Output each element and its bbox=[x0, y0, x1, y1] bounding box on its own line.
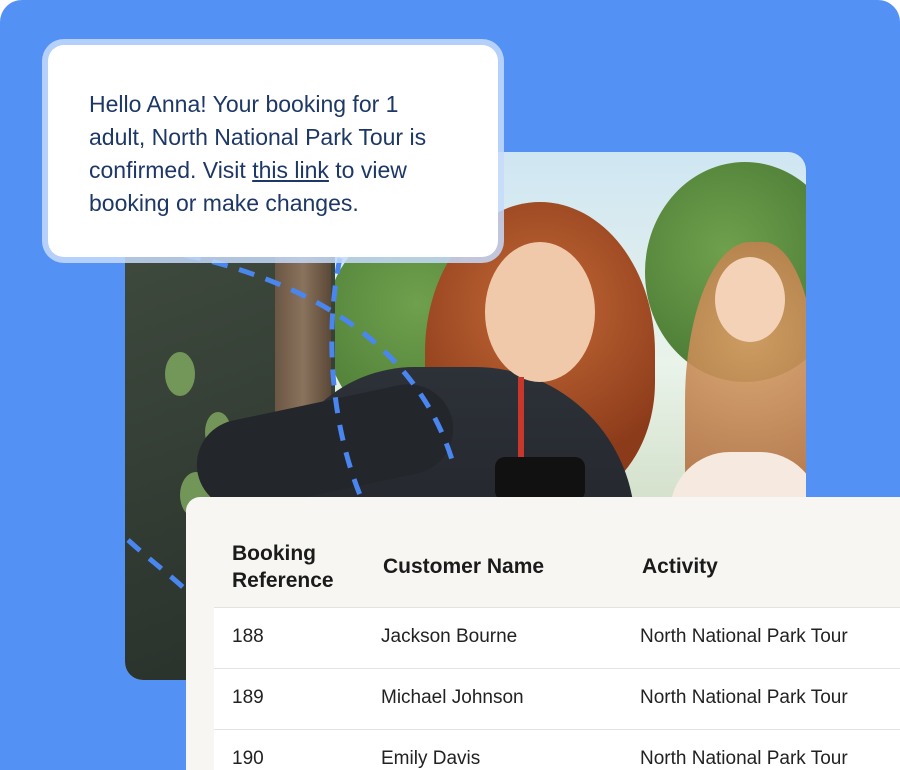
header-line: Reference bbox=[232, 569, 334, 592]
cell-activity: North National Park Tour bbox=[640, 748, 848, 769]
column-header-booking-reference[interactable]: Booking Reference bbox=[232, 540, 334, 594]
second-person-face bbox=[715, 257, 785, 342]
column-header-activity[interactable]: Activity bbox=[642, 553, 718, 580]
cell-booking-reference: 188 bbox=[232, 626, 264, 647]
cell-activity: North National Park Tour bbox=[640, 626, 848, 647]
cell-booking-reference: 189 bbox=[232, 687, 264, 708]
header-line: Booking bbox=[232, 542, 316, 565]
table-row[interactable]: 190 Emily Davis North National Park Tour bbox=[214, 729, 900, 770]
booking-link[interactable]: this link bbox=[252, 157, 329, 183]
leaf-illustration bbox=[165, 352, 195, 396]
cell-customer-name: Michael Johnson bbox=[381, 687, 524, 708]
main-person-face bbox=[485, 242, 595, 382]
cell-booking-reference: 190 bbox=[232, 748, 264, 769]
cell-customer-name: Emily Davis bbox=[381, 748, 481, 769]
hero-canvas: Hello Anna! Your booking for 1 adult, No… bbox=[0, 0, 900, 770]
column-header-customer-name[interactable]: Customer Name bbox=[383, 553, 544, 580]
binoculars bbox=[495, 457, 585, 501]
table-row[interactable]: 188 Jackson Bourne North National Park T… bbox=[214, 607, 900, 668]
cell-activity: North National Park Tour bbox=[640, 687, 848, 708]
cell-customer-name: Jackson Bourne bbox=[381, 626, 518, 647]
table-header: Booking Reference Customer Name Activity bbox=[186, 497, 900, 607]
bookings-table: Booking Reference Customer Name Activity… bbox=[186, 497, 900, 770]
table-row[interactable]: 189 Michael Johnson North National Park … bbox=[214, 668, 900, 729]
table-body: 188 Jackson Bourne North National Park T… bbox=[214, 607, 900, 770]
booking-confirmation-message: Hello Anna! Your booking for 1 adult, No… bbox=[48, 45, 498, 257]
